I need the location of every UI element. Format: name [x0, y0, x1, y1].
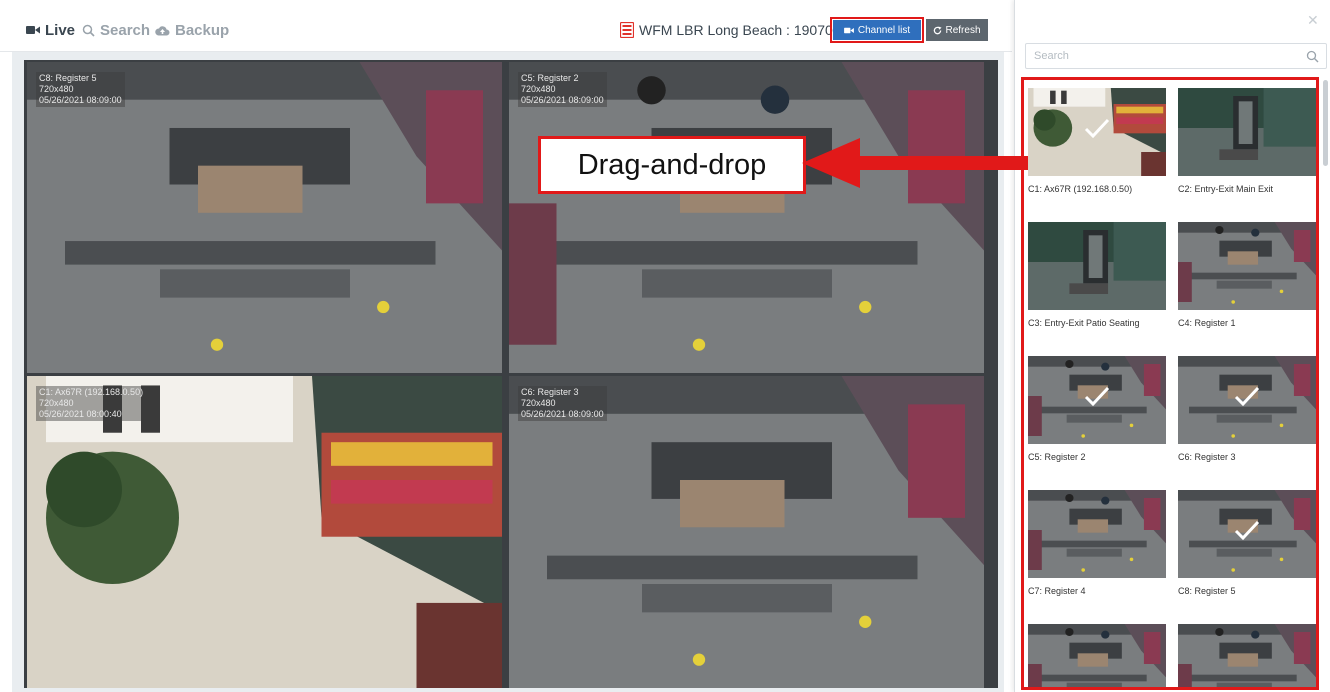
tile-timestamp: 05/26/2021 08:09:00: [521, 409, 604, 419]
video-tile[interactable]: C5: Register 2 720x480 05/26/2021 08:09:…: [509, 62, 984, 373]
tile-channel-name: C6: Register 3: [521, 387, 579, 397]
site-title-text: WFM LBR Long Beach : 1907076: [639, 22, 849, 38]
channel-list-label: Channel list: [857, 24, 911, 36]
channel-item[interactable]: [1178, 624, 1316, 687]
search-icon: [1306, 50, 1319, 63]
channel-item[interactable]: [1028, 624, 1168, 687]
camera-feed-image: [27, 376, 502, 688]
checkmark-icon: [1084, 386, 1110, 406]
channel-search-box: [1025, 43, 1327, 69]
checkmark-icon: [1234, 386, 1260, 406]
tab-search[interactable]: Search: [82, 20, 150, 40]
tile-resolution: 720x480: [39, 84, 74, 94]
camera-feed-image: [509, 62, 984, 373]
drag-arrow-icon: [802, 138, 1028, 188]
channel-label: C1: Ax67R (192.168.0.50): [1028, 184, 1133, 194]
channel-thumbnail: [1028, 624, 1166, 687]
channel-thumbnail: [1028, 356, 1166, 444]
drag-and-drop-callout: Drag-and-drop: [538, 136, 806, 194]
video-tile[interactable]: C1: Ax67R (192.168.0.50) 720x480 05/26/2…: [27, 376, 502, 688]
camera-feed-image: [27, 62, 502, 373]
tile-channel-name: C1: Ax67R (192.168.0.50): [39, 387, 144, 397]
tile-resolution: 720x480: [521, 84, 556, 94]
video-tile[interactable]: C6: Register 3 720x480 05/26/2021 08:09:…: [509, 376, 984, 688]
channel-list-panel: ✕ C1: Ax67R (192.168.0.50) C2: Entry-Exi…: [1014, 0, 1330, 692]
channel-label: C8: Register 5: [1178, 586, 1236, 596]
camera-feed-image: [1178, 222, 1316, 310]
channel-label: C7: Register 4: [1028, 586, 1086, 596]
camera-feed-image: [1178, 88, 1316, 176]
tile-resolution: 720x480: [521, 398, 556, 408]
tile-osd: C8: Register 5 720x480 05/26/2021 08:09:…: [36, 72, 125, 107]
tile-channel-name: C5: Register 2: [521, 73, 579, 83]
cloud-upload-icon: [155, 25, 170, 35]
tab-live[interactable]: Live: [26, 20, 75, 40]
channel-item[interactable]: C2: Entry-Exit Main Exit: [1178, 88, 1316, 194]
channel-label: C4: Register 1: [1178, 318, 1236, 328]
channel-item[interactable]: C1: Ax67R (192.168.0.50): [1028, 88, 1168, 194]
nvr-app: Live Search Backup WFM LBR Long Beach : …: [0, 0, 1330, 692]
refresh-label: Refresh: [945, 24, 981, 36]
search-icon: [82, 24, 95, 37]
tile-timestamp: 05/26/2021 08:09:00: [39, 95, 122, 105]
tile-channel-name: C8: Register 5: [39, 73, 97, 83]
live-view-area: Live Search Backup WFM LBR Long Beach : …: [0, 0, 1028, 692]
channel-search-input[interactable]: [1026, 44, 1326, 68]
video-tile[interactable]: C8: Register 5 720x480 05/26/2021 08:09:…: [27, 62, 502, 373]
refresh-icon: [934, 25, 943, 34]
checkmark-icon: [1234, 520, 1260, 540]
camera-feed-image: [509, 376, 984, 688]
channel-item[interactable]: C3: Entry-Exit Patio Seating: [1028, 222, 1168, 328]
channel-thumbnail: [1178, 490, 1316, 578]
site-title: WFM LBR Long Beach : 1907076: [620, 20, 848, 40]
tile-osd: C5: Register 2 720x480 05/26/2021 08:09:…: [518, 72, 607, 107]
tab-backup-label: Backup: [175, 21, 230, 39]
close-icon[interactable]: ✕: [1307, 12, 1319, 29]
tile-osd: C6: Register 3 720x480 05/26/2021 08:09:…: [518, 386, 607, 421]
camera-feed-image: [1028, 490, 1166, 578]
tile-timestamp: 05/26/2021 08:00:40: [39, 409, 122, 419]
tab-search-label: Search: [100, 21, 151, 39]
channel-list-button[interactable]: Channel list: [833, 20, 921, 40]
channel-item[interactable]: C7: Register 4: [1028, 490, 1168, 596]
top-toolbar: Live Search Backup WFM LBR Long Beach : …: [0, 0, 1012, 52]
channel-thumbnail: [1178, 356, 1316, 444]
tile-osd: C1: Ax67R (192.168.0.50) 720x480 05/26/2…: [36, 386, 147, 421]
channel-label: C6: Register 3: [1178, 452, 1236, 462]
channel-thumbnail: [1178, 88, 1316, 176]
channel-thumbnail: [1178, 222, 1316, 310]
camera-feed-image: [1028, 624, 1166, 687]
video-camera-icon: [843, 27, 854, 33]
channel-thumbnail: [1028, 222, 1166, 310]
channel-list-scrollbar[interactable]: [1323, 80, 1328, 166]
channel-list-highlight: Channel list: [830, 17, 924, 43]
checkmark-icon: [1084, 118, 1110, 138]
tab-backup[interactable]: Backup: [155, 20, 229, 40]
channel-label: C5: Register 2: [1028, 452, 1086, 462]
camera-feed-image: [1028, 222, 1166, 310]
channel-thumbnail: [1028, 88, 1166, 176]
refresh-button[interactable]: Refresh: [926, 19, 988, 41]
channel-list: C1: Ax67R (192.168.0.50) C2: Entry-Exit …: [1021, 77, 1319, 690]
camera-feed-image: [1178, 624, 1316, 687]
channel-item[interactable]: C5: Register 2: [1028, 356, 1168, 462]
tab-live-label: Live: [45, 21, 76, 39]
channel-label: C3: Entry-Exit Patio Seating: [1028, 318, 1140, 328]
tile-timestamp: 05/26/2021 08:09:00: [521, 95, 604, 105]
channel-item[interactable]: C4: Register 1: [1178, 222, 1316, 328]
channel-thumbnail: [1178, 624, 1316, 687]
channel-item[interactable]: C8: Register 5: [1178, 490, 1316, 596]
channel-label: C2: Entry-Exit Main Exit: [1178, 184, 1274, 194]
tile-resolution: 720x480: [39, 398, 74, 408]
recorder-icon: [620, 22, 634, 38]
channel-thumbnail: [1028, 490, 1166, 578]
video-camera-icon: [26, 26, 40, 34]
channel-item[interactable]: C6: Register 3: [1178, 356, 1316, 462]
